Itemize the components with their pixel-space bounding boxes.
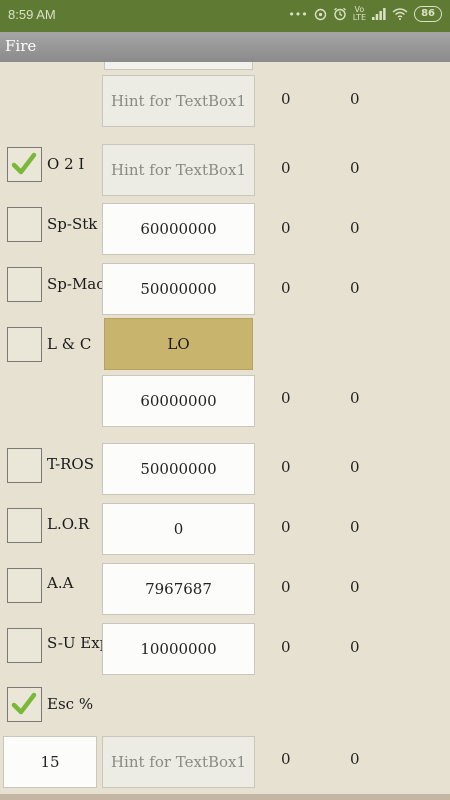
row-su-exp: S-U Exp 10000000 0 0	[0, 621, 450, 677]
row-aa: A.A 7967687 0 0	[0, 561, 450, 617]
value-sp-stk-a: 0	[281, 219, 291, 237]
value-lor-b: 0	[350, 518, 360, 536]
value-su-exp-b: 0	[350, 638, 360, 656]
status-icons: ••• Vo LTE 86	[288, 6, 442, 22]
label-aa: A.A	[47, 574, 74, 592]
textbox-sp-mac[interactable]: 50000000	[102, 263, 255, 315]
row-0: Hint for TextBox1 0 0	[0, 72, 450, 128]
value-11-a: 0	[281, 750, 291, 768]
data-saver-icon	[314, 8, 327, 21]
row-5: 60000000 0 0	[0, 373, 450, 429]
label-l-and-c: L & C	[47, 335, 92, 353]
row-sp-stk: Sp-Stk 60000000 0 0	[0, 201, 450, 257]
value-11-b: 0	[350, 750, 360, 768]
checkbox-esc[interactable]	[7, 687, 42, 722]
checkbox-sp-stk[interactable]	[7, 207, 42, 242]
alarm-icon	[333, 7, 347, 21]
textbox-aa[interactable]: 7967687	[102, 563, 255, 615]
textbox-su-exp[interactable]: 10000000	[102, 623, 255, 675]
textbox-esc-value[interactable]: 15	[3, 736, 97, 788]
value-5-a: 0	[281, 389, 291, 407]
value-0-b: 0	[350, 90, 360, 108]
row-o2i: O 2 I Hint for TextBox1 0 0	[0, 141, 450, 197]
row-lor: L.O.R 0 0 0	[0, 501, 450, 557]
label-t-ros: T-ROS	[47, 455, 95, 473]
checkmark-icon	[11, 152, 37, 175]
label-o2i: O 2 I	[47, 155, 85, 173]
row-sp-mac: Sp-Mac 50000000 0 0	[0, 261, 450, 317]
value-o2i-a: 0	[281, 159, 291, 177]
value-sp-mac-b: 0	[350, 279, 360, 297]
value-t-ros-b: 0	[350, 458, 360, 476]
checkbox-l-and-c[interactable]	[7, 327, 42, 362]
value-su-exp-a: 0	[281, 638, 291, 656]
label-sp-mac: Sp-Mac	[47, 275, 105, 293]
checkbox-su-exp[interactable]	[7, 628, 42, 663]
volte-icon: Vo LTE	[352, 5, 367, 22]
textbox-lor[interactable]: 0	[102, 503, 255, 555]
label-su-exp: S-U Exp	[47, 634, 110, 652]
battery-icon: 86	[414, 6, 442, 22]
value-sp-stk-b: 0	[350, 219, 360, 237]
lo-button[interactable]: LO	[104, 318, 253, 370]
textbox-11[interactable]: Hint for TextBox1	[102, 736, 255, 788]
checkbox-aa[interactable]	[7, 568, 42, 603]
wifi-icon	[392, 8, 408, 20]
value-t-ros-a: 0	[281, 458, 291, 476]
checkmark-icon	[11, 692, 37, 715]
value-aa-b: 0	[350, 578, 360, 596]
app-title: Fire	[5, 37, 37, 55]
app-bar: Fire	[0, 32, 450, 62]
row-esc: Esc %	[0, 681, 450, 737]
textbox-o2i[interactable]: Hint for TextBox1	[102, 144, 255, 196]
label-sp-stk: Sp-Stk	[47, 215, 98, 233]
label-lor: L.O.R	[47, 515, 90, 533]
row-l-and-c: L & C LO	[0, 318, 450, 374]
bottom-edge	[0, 794, 450, 800]
row-11: 15 Hint for TextBox1 0 0	[0, 734, 450, 790]
textbox-0[interactable]: Hint for TextBox1	[102, 75, 255, 127]
status-bar: 8:59 AM ••• Vo LTE 86	[0, 0, 450, 32]
value-lor-a: 0	[281, 518, 291, 536]
value-5-b: 0	[350, 389, 360, 407]
textbox-5[interactable]: 60000000	[102, 375, 255, 427]
checkbox-sp-mac[interactable]	[7, 267, 42, 302]
checkbox-t-ros[interactable]	[7, 448, 42, 483]
label-esc: Esc %	[47, 695, 94, 713]
checkbox-lor[interactable]	[7, 508, 42, 543]
value-0-a: 0	[281, 90, 291, 108]
value-sp-mac-a: 0	[281, 279, 291, 297]
textbox-sp-stk[interactable]: 60000000	[102, 203, 255, 255]
value-o2i-b: 0	[350, 159, 360, 177]
row-t-ros: T-ROS 50000000 0 0	[0, 441, 450, 497]
checkbox-o2i[interactable]	[7, 147, 42, 182]
more-dots-icon: •••	[288, 7, 308, 21]
status-time: 8:59 AM	[8, 7, 56, 22]
value-aa-a: 0	[281, 578, 291, 596]
partial-textbox-top[interactable]	[104, 62, 253, 70]
textbox-t-ros[interactable]: 50000000	[102, 443, 255, 495]
signal-icon	[372, 8, 386, 20]
